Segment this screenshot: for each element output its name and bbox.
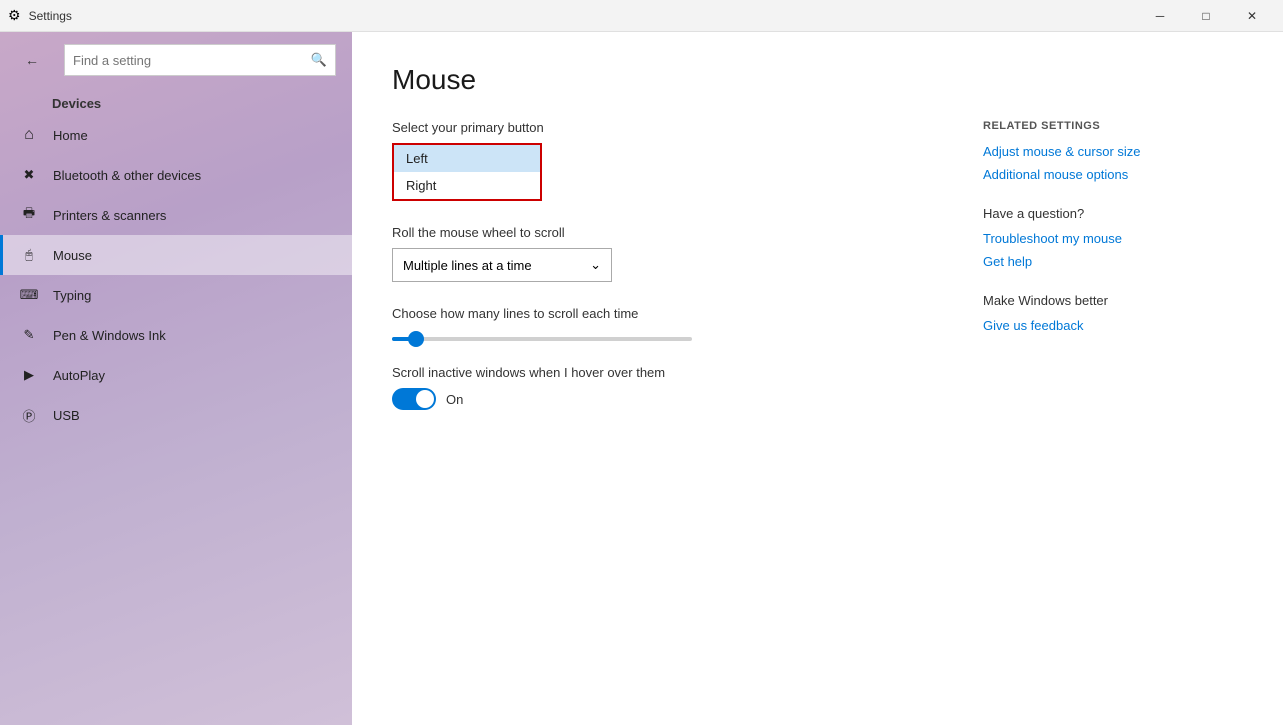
scroll-inactive-toggle[interactable] xyxy=(392,388,436,410)
slider-track xyxy=(392,337,692,341)
sidebar-item-pen-label: Pen & Windows Ink xyxy=(53,328,166,343)
title-bar-title: Settings xyxy=(29,9,72,23)
dropdown-option-right[interactable]: Right xyxy=(394,172,540,199)
slider-thumb[interactable] xyxy=(408,331,424,347)
back-button[interactable]: ← xyxy=(16,44,48,76)
related-link-cursor-size[interactable]: Adjust mouse & cursor size xyxy=(983,144,1243,159)
sidebar-item-usb[interactable]: Ⓟ USB xyxy=(0,395,352,435)
content-area: Mouse Select your primary button Left Ri… xyxy=(352,32,1283,725)
make-windows-better-title: Make Windows better xyxy=(983,293,1243,308)
home-icon: ⌂ xyxy=(19,125,39,145)
sidebar-item-mouse[interactable]: 🖰 Mouse xyxy=(0,235,352,275)
sidebar-item-typing-label: Typing xyxy=(53,288,91,303)
sidebar-item-typing[interactable]: ⌨ Typing xyxy=(0,275,352,315)
chevron-down-icon: ⌄ xyxy=(590,257,601,273)
title-bar: ⚙ Settings ─ □ ✕ xyxy=(0,0,1283,32)
search-box[interactable]: 🔍 xyxy=(64,44,336,76)
sidebar-item-autoplay-label: AutoPlay xyxy=(53,368,105,383)
toggle-row: On xyxy=(392,388,943,410)
scroll-inactive-section: Scroll inactive windows when I hover ove… xyxy=(392,365,943,410)
sidebar: ← 🔍 Devices ⌂ Home ✖ Bluetooth & other d… xyxy=(0,32,352,725)
printer-icon: 🖶 xyxy=(19,205,39,225)
toggle-state-label: On xyxy=(446,392,463,407)
search-input[interactable] xyxy=(73,53,305,68)
get-help-link[interactable]: Get help xyxy=(983,254,1243,269)
usb-icon: Ⓟ xyxy=(19,405,39,425)
title-bar-controls: ─ □ ✕ xyxy=(1137,0,1275,32)
scroll-inactive-label: Scroll inactive windows when I hover ove… xyxy=(392,365,943,380)
maximize-button[interactable]: □ xyxy=(1183,0,1229,32)
sidebar-top: ← 🔍 xyxy=(0,32,352,88)
content-sidebar: Related settings Adjust mouse & cursor s… xyxy=(983,120,1243,410)
dropdown-option-left[interactable]: Left xyxy=(394,145,540,172)
settings-icon: ⚙ xyxy=(8,7,21,24)
sidebar-item-autoplay[interactable]: ▶ AutoPlay xyxy=(0,355,352,395)
app-body: ← 🔍 Devices ⌂ Home ✖ Bluetooth & other d… xyxy=(0,32,1283,725)
sidebar-item-pen[interactable]: ✎ Pen & Windows Ink xyxy=(0,315,352,355)
mouse-icon: 🖰 xyxy=(19,245,39,265)
scroll-dropdown-value: Multiple lines at a time xyxy=(403,258,532,273)
sidebar-item-printers-label: Printers & scanners xyxy=(53,208,166,223)
make-windows-better-section: Make Windows better Give us feedback xyxy=(983,293,1243,333)
sidebar-item-bluetooth[interactable]: ✖ Bluetooth & other devices xyxy=(0,155,352,195)
search-icon: 🔍 xyxy=(311,52,327,68)
minimize-button[interactable]: ─ xyxy=(1137,0,1183,32)
primary-button-dropdown[interactable]: Left Right xyxy=(392,143,542,201)
autoplay-icon: ▶ xyxy=(19,365,39,385)
toggle-thumb xyxy=(416,390,434,408)
related-settings-title: Related settings xyxy=(983,120,1243,132)
scroll-dropdown[interactable]: Multiple lines at a time ⌄ xyxy=(392,248,612,282)
primary-button-label: Select your primary button xyxy=(392,120,943,135)
page-title: Mouse xyxy=(392,64,1243,96)
have-question-section: Have a question? Troubleshoot my mouse G… xyxy=(983,206,1243,269)
keyboard-icon: ⌨ xyxy=(19,285,39,305)
close-button[interactable]: ✕ xyxy=(1229,0,1275,32)
sidebar-item-printers[interactable]: 🖶 Printers & scanners xyxy=(0,195,352,235)
mouse-wheel-label: Roll the mouse wheel to scroll xyxy=(392,225,943,240)
title-bar-left: ⚙ Settings xyxy=(8,7,72,24)
have-question-title: Have a question? xyxy=(983,206,1243,221)
sidebar-item-usb-label: USB xyxy=(53,408,80,423)
sidebar-item-mouse-label: Mouse xyxy=(53,248,92,263)
pen-icon: ✎ xyxy=(19,325,39,345)
sidebar-item-home-label: Home xyxy=(53,128,88,143)
sidebar-item-home[interactable]: ⌂ Home xyxy=(0,115,352,155)
content-main: Select your primary button Left Right Ro… xyxy=(392,120,943,410)
sidebar-item-bluetooth-label: Bluetooth & other devices xyxy=(53,168,201,183)
sidebar-section-label: Devices xyxy=(0,88,352,115)
scroll-lines-label: Choose how many lines to scroll each tim… xyxy=(392,306,943,321)
primary-button-section: Select your primary button Left Right xyxy=(392,120,943,201)
related-link-mouse-options[interactable]: Additional mouse options xyxy=(983,167,1243,182)
troubleshoot-link[interactable]: Troubleshoot my mouse xyxy=(983,231,1243,246)
slider-container xyxy=(392,337,943,341)
scroll-lines-section: Choose how many lines to scroll each tim… xyxy=(392,306,943,341)
feedback-link[interactable]: Give us feedback xyxy=(983,318,1243,333)
content-layout: Select your primary button Left Right Ro… xyxy=(392,120,1243,410)
bluetooth-icon: ✖ xyxy=(19,165,39,185)
mouse-wheel-section: Roll the mouse wheel to scroll Multiple … xyxy=(392,225,943,282)
related-settings-section: Related settings Adjust mouse & cursor s… xyxy=(983,120,1243,182)
